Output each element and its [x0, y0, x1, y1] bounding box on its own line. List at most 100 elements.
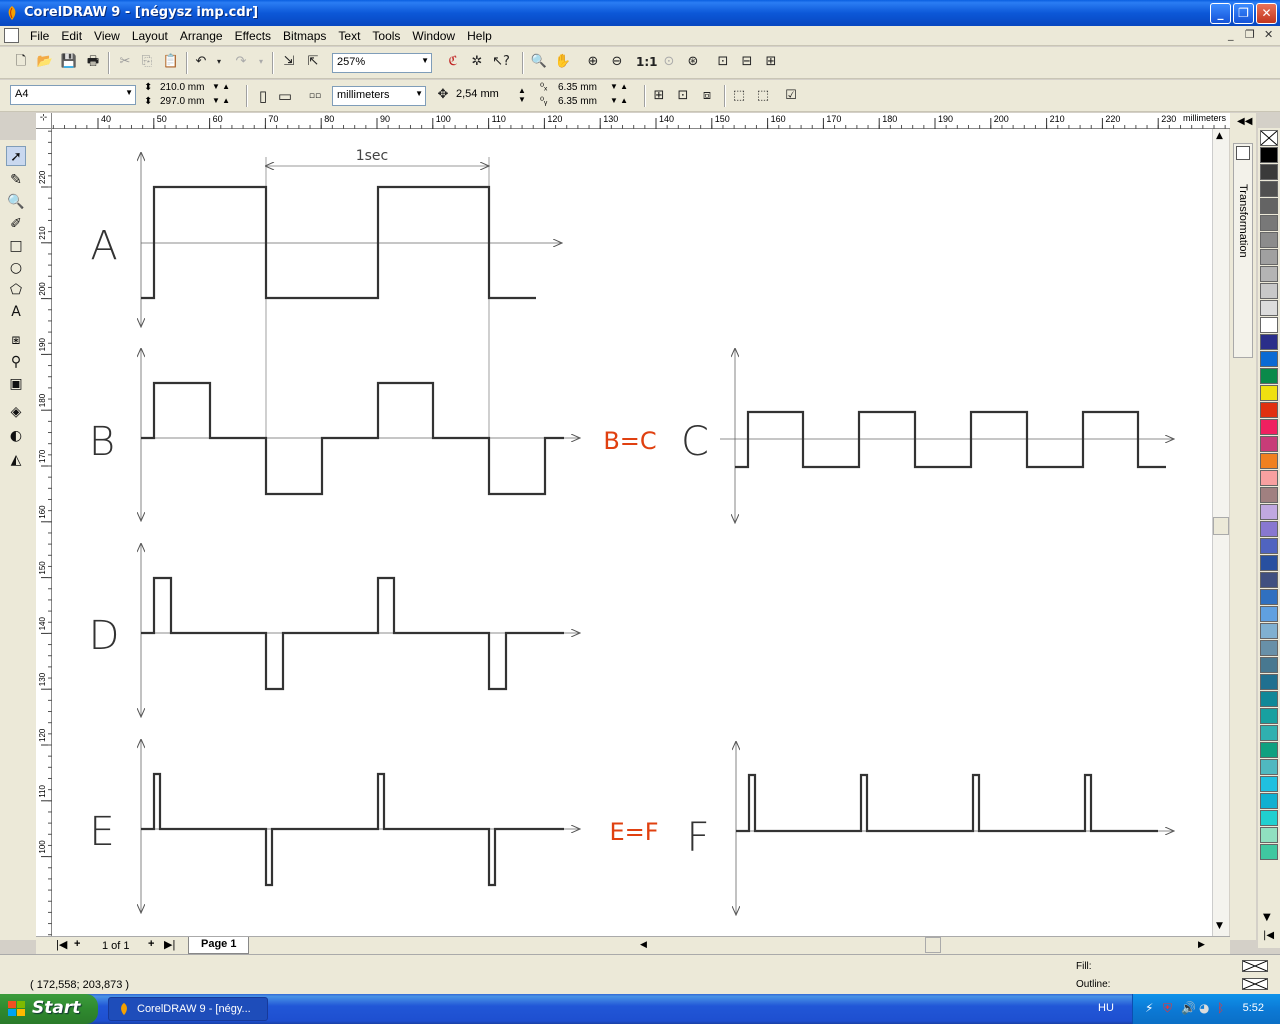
color-swatch[interactable]: [1260, 300, 1278, 316]
whats-this-icon[interactable]: ↖?: [492, 53, 510, 71]
palette-scroll-down-icon[interactable]: ▼: [1263, 912, 1271, 923]
color-swatch[interactable]: [1260, 844, 1278, 860]
signal-c-label[interactable]: C: [681, 419, 709, 465]
horizontal-ruler[interactable]: 40 50 60 70 80 90 100 110 120 130 140 150 160 170 180 1…: [52, 113, 1230, 129]
export-icon[interactable]: ⇱: [304, 53, 322, 71]
equivalence-ef-label[interactable]: E=F: [609, 818, 658, 846]
coreldraw-app-icon[interactable]: [4, 5, 20, 21]
page-tab[interactable]: Page 1: [188, 937, 250, 954]
redo-dropdown-icon[interactable]: ▾: [252, 53, 270, 71]
close-button[interactable]: ✕: [1256, 3, 1277, 24]
color-swatch[interactable]: [1260, 623, 1278, 639]
color-swatch[interactable]: [1260, 504, 1278, 520]
rectangle-tool-icon[interactable]: □: [6, 236, 26, 256]
zoom-all-icon[interactable]: ⊛: [684, 53, 702, 71]
zoom-out-icon[interactable]: ⊖: [608, 53, 626, 71]
document-icon[interactable]: [4, 28, 19, 43]
color-swatch[interactable]: [1260, 589, 1278, 605]
undo-dropdown-icon[interactable]: ▾: [210, 53, 228, 71]
ellipse-tool-icon[interactable]: ○: [6, 258, 26, 278]
new-icon[interactable]: 🗋: [12, 53, 30, 71]
portrait-icon[interactable]: ▯: [254, 87, 272, 105]
tray-app-icon[interactable]: ◕: [1199, 1001, 1209, 1015]
signal-e-label[interactable]: E: [89, 809, 114, 855]
signal-f-label[interactable]: F: [686, 815, 709, 861]
color-swatch[interactable]: [1260, 266, 1278, 282]
color-swatch[interactable]: [1260, 164, 1278, 180]
color-swatch[interactable]: [1260, 759, 1278, 775]
bluetooth-icon[interactable]: ᛒ: [1217, 1001, 1224, 1015]
menu-layout[interactable]: Layout: [126, 26, 174, 46]
text-tool-icon[interactable]: A: [6, 302, 26, 322]
signal-f-waveform[interactable]: [736, 773, 1158, 833]
color-swatch[interactable]: [1260, 232, 1278, 248]
menu-bitmaps[interactable]: Bitmaps: [277, 26, 332, 46]
corel-online-icon[interactable]: ℭ: [444, 53, 462, 71]
zoom-tool-icon[interactable]: 🔍: [6, 192, 26, 212]
import-icon[interactable]: ⇲: [280, 53, 298, 71]
interactive-transparency-icon[interactable]: ◭: [6, 450, 26, 470]
paper-height[interactable]: 297.0 mm: [160, 96, 204, 107]
equivalence-bc-label[interactable]: B=C: [603, 427, 656, 455]
color-swatch[interactable]: [1260, 402, 1278, 418]
zoom-combo[interactable]: 257% ▼: [332, 53, 432, 73]
application-launcher-icon[interactable]: ✲: [468, 53, 486, 71]
scroll-up-icon[interactable]: ▲: [1216, 131, 1223, 141]
period-label[interactable]: 1sec: [356, 148, 389, 164]
color-swatch[interactable]: [1260, 691, 1278, 707]
color-swatch[interactable]: [1260, 317, 1278, 333]
color-swatch[interactable]: [1260, 487, 1278, 503]
color-swatch[interactable]: [1260, 742, 1278, 758]
open-icon[interactable]: 📂: [36, 53, 54, 71]
units-combo[interactable]: millimeters ▼: [332, 86, 426, 106]
menu-text[interactable]: Text: [332, 26, 366, 46]
docker-collapse-icon[interactable]: ◀◀: [1237, 116, 1252, 127]
last-page-icon[interactable]: ▶|: [164, 938, 175, 951]
color-swatch[interactable]: [1260, 181, 1278, 197]
color-swatch[interactable]: [1260, 334, 1278, 350]
polygon-tool-icon[interactable]: ⬠: [6, 280, 26, 300]
snap-to-grid-icon[interactable]: ⊞: [650, 87, 668, 105]
signal-e-waveform[interactable]: [141, 772, 564, 887]
shape-tool-icon[interactable]: ✎: [6, 170, 26, 190]
color-swatch[interactable]: [1260, 368, 1278, 384]
fill-tool-icon[interactable]: ◈: [6, 402, 26, 422]
print-icon[interactable]: 🖶: [84, 53, 102, 71]
menu-help[interactable]: Help: [461, 26, 498, 46]
zoom-actual-size-icon[interactable]: 1:1: [636, 53, 658, 71]
signal-d-waveform[interactable]: [141, 576, 564, 691]
options-icon[interactable]: ☑: [782, 87, 800, 105]
language-indicator[interactable]: HU: [1098, 1002, 1114, 1014]
paper-width[interactable]: 210.0 mm: [160, 82, 204, 93]
no-fill-swatch[interactable]: [1260, 130, 1278, 146]
redo-icon[interactable]: ↷: [232, 53, 250, 71]
treat-as-filled-icon[interactable]: ⬚: [730, 87, 748, 105]
color-swatch[interactable]: [1260, 249, 1278, 265]
signal-a-waveform[interactable]: [141, 185, 536, 300]
minimize-button[interactable]: _: [1210, 3, 1231, 24]
horizontal-scroll-thumb[interactable]: [925, 937, 941, 953]
doc-close-icon[interactable]: ✕: [1264, 28, 1273, 41]
dup-y-stepper-icon[interactable]: ▼ ▲: [610, 96, 628, 105]
zoom-selected-icon[interactable]: ⊙: [660, 53, 678, 71]
palette-expand-icon[interactable]: |◀: [1263, 930, 1274, 941]
taskbar-item-coreldraw[interactable]: CorelDRAW 9 - [négy...: [108, 997, 268, 1021]
hand-tool-icon[interactable]: ✋: [554, 53, 572, 71]
color-swatch[interactable]: [1260, 674, 1278, 690]
transformation-tab[interactable]: Transformation: [1233, 143, 1253, 358]
zoom-page-icon[interactable]: ⊡: [714, 53, 732, 71]
signal-c-waveform[interactable]: [735, 410, 1166, 469]
menu-file[interactable]: File: [24, 26, 55, 46]
duplicate-x[interactable]: 6.35 mm: [558, 82, 597, 93]
color-swatch[interactable]: [1260, 436, 1278, 452]
paper-size-combo[interactable]: A4 ▼: [10, 85, 136, 105]
color-swatch[interactable]: [1260, 640, 1278, 656]
scroll-left-icon[interactable]: ◀: [640, 939, 647, 950]
snap-to-objects-icon[interactable]: ⧈: [698, 87, 716, 105]
color-swatch[interactable]: [1260, 810, 1278, 826]
color-swatch[interactable]: [1260, 572, 1278, 588]
interactive-fill-icon[interactable]: ◐: [6, 426, 26, 446]
zoom-tool-icon[interactable]: 🔍: [530, 53, 548, 71]
width-stepper-icon[interactable]: ▼ ▲: [212, 82, 230, 91]
ruler-origin[interactable]: ⊹: [36, 113, 52, 129]
